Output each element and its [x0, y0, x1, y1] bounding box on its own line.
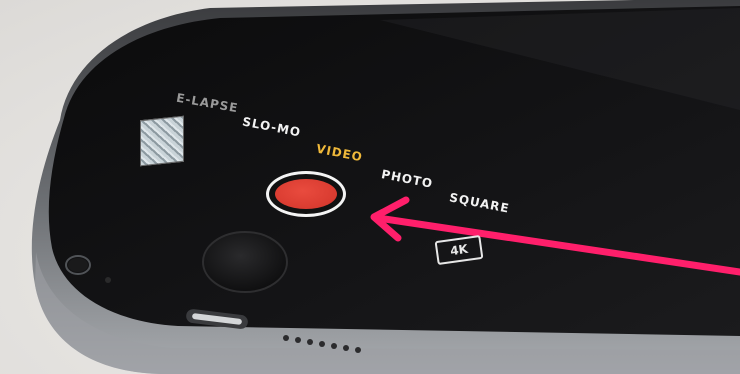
home-button-icon[interactable] [202, 231, 288, 293]
record-button[interactable] [266, 171, 346, 217]
microphone-hole [105, 277, 111, 283]
headphone-jack [68, 258, 88, 272]
record-button-icon [275, 179, 337, 209]
phone-illustration [31, 0, 740, 374]
resolution-badge-label: 4K [449, 241, 469, 259]
last-photo-thumbnail-icon[interactable] [140, 115, 184, 167]
